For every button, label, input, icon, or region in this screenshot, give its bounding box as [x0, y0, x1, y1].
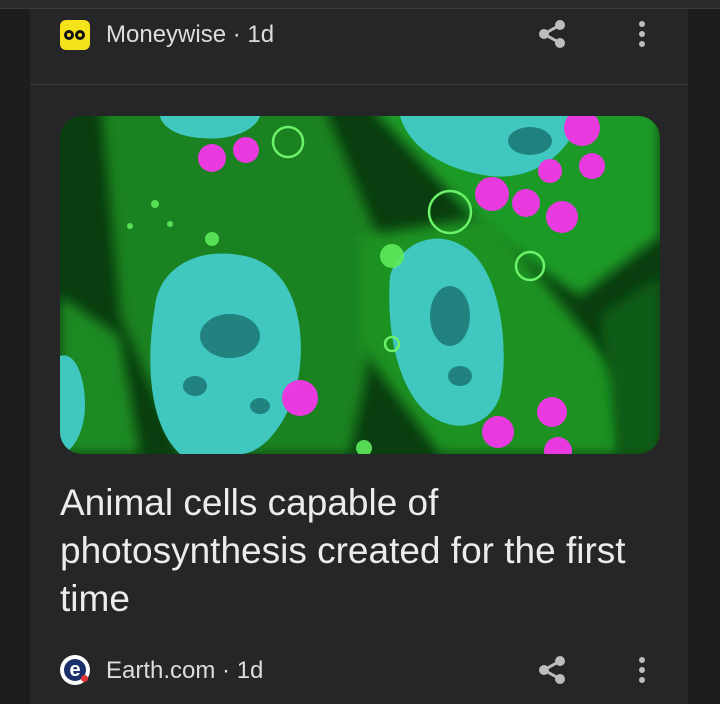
- top-divider: [0, 0, 720, 9]
- article-footer: e Earth.com · 1d: [30, 645, 688, 697]
- card-divider: [30, 84, 688, 85]
- previous-item-footer: Moneywise · 1d: [30, 9, 688, 61]
- more-vert-icon[interactable]: [632, 653, 652, 687]
- article-thumbnail[interactable]: [60, 116, 660, 454]
- earth-com-logo-icon: e: [60, 655, 90, 685]
- moneywise-logo-icon: [60, 20, 90, 50]
- share-icon[interactable]: [535, 655, 569, 685]
- news-card: Moneywise · 1d Animal cells capable of p…: [30, 9, 688, 704]
- source-line[interactable]: Moneywise · 1d: [106, 22, 274, 48]
- source-line[interactable]: Earth.com · 1d: [106, 658, 263, 684]
- share-icon[interactable]: [535, 19, 569, 49]
- more-vert-icon[interactable]: [632, 17, 652, 51]
- article-headline[interactable]: Animal cells capable of photosynthesis c…: [60, 479, 660, 623]
